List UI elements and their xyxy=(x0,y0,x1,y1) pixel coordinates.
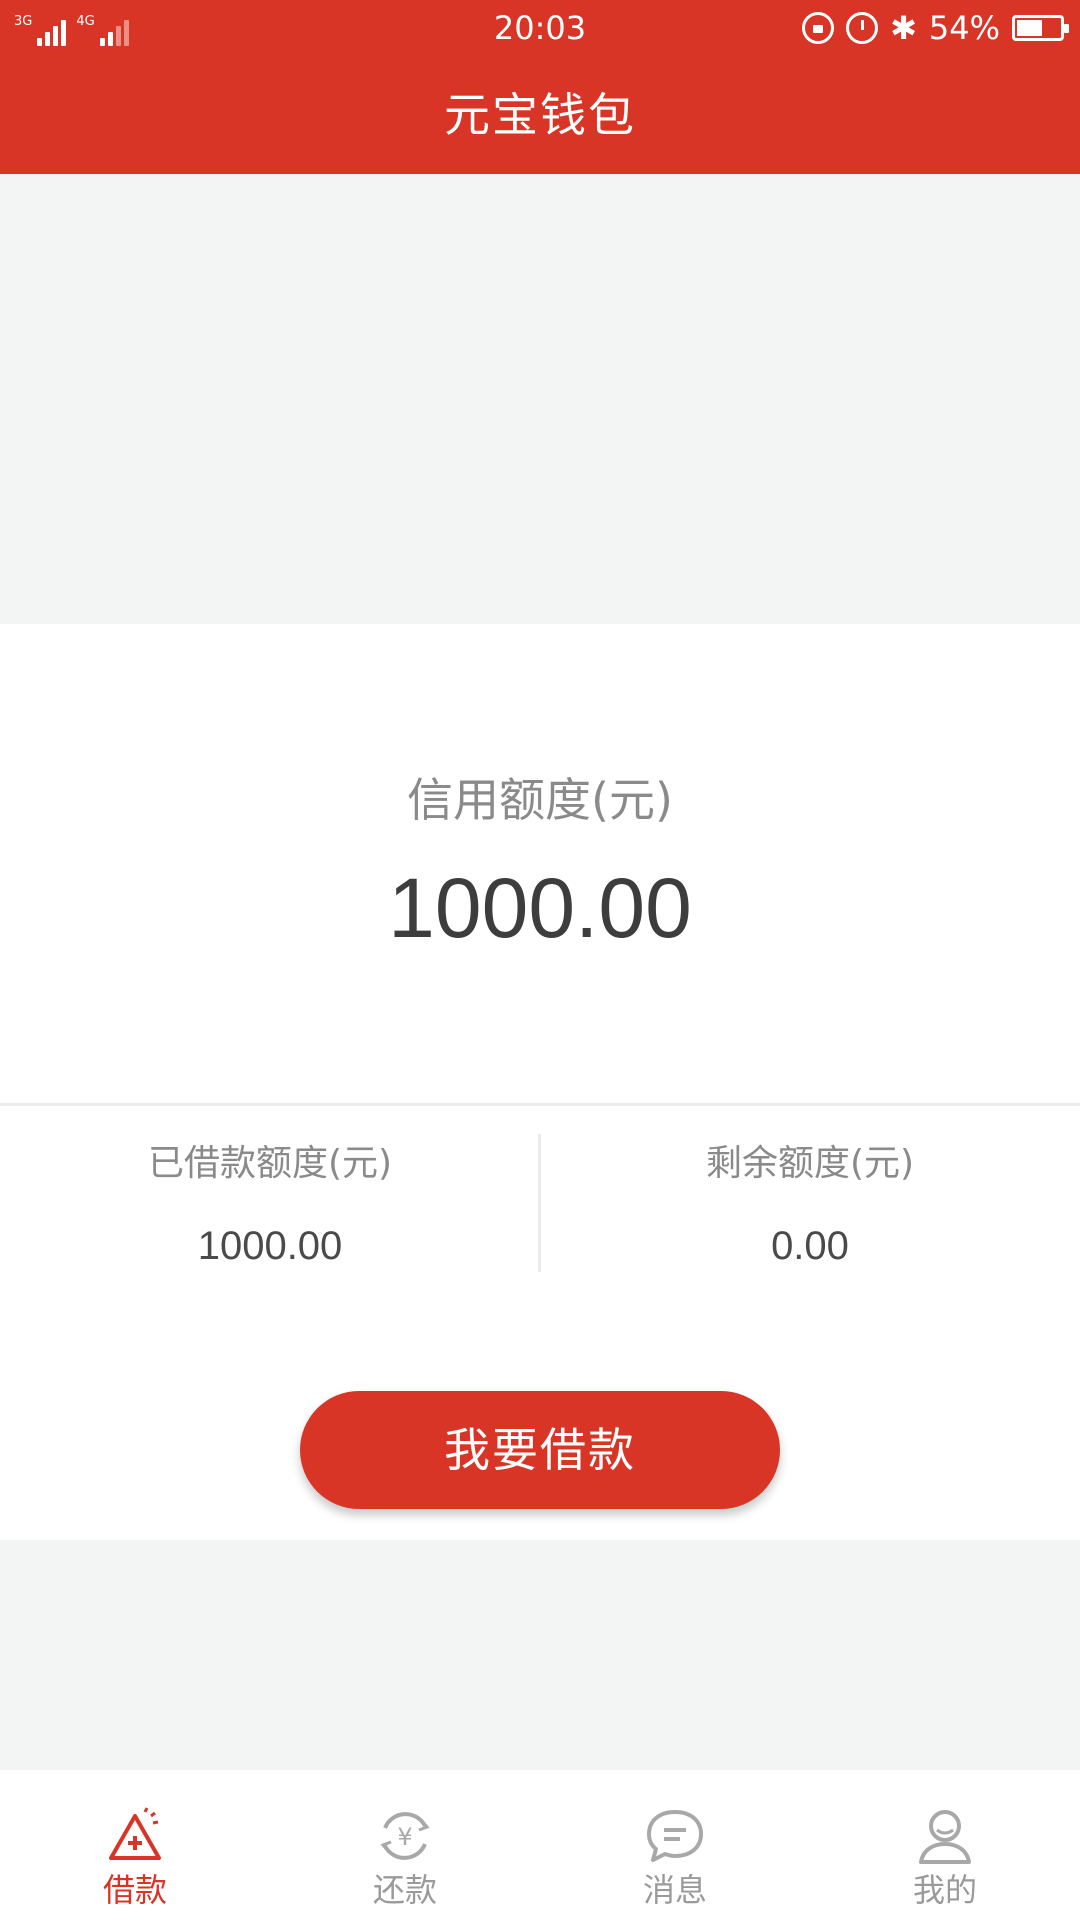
page-title: 元宝钱包 xyxy=(444,88,636,142)
tab-borrow[interactable]: 借款 xyxy=(0,1770,270,1920)
section-divider xyxy=(0,1103,1080,1106)
message-icon xyxy=(647,1810,703,1862)
app-screen: 3G 4G 20:03 ✱ 54% 元宝钱包 信用额度(元) 1000.00 已… xyxy=(0,0,1080,1920)
status-icons: ✱ 54% xyxy=(802,8,1069,48)
remaining-stat: 剩余额度(元) 0.00 xyxy=(540,1136,1080,1274)
tab-label: 消息 xyxy=(642,1871,707,1909)
borrowed-label: 已借款额度(元) xyxy=(147,1143,393,1184)
credit-card-panel: 信用额度(元) 1000.00 已借款额度(元) 1000.00 剩余额度(元)… xyxy=(0,624,1080,1540)
banner-area xyxy=(0,174,1080,624)
app-header: 元宝钱包 xyxy=(0,56,1080,174)
battery-icon xyxy=(1012,15,1069,41)
remaining-label: 剩余额度(元) xyxy=(705,1143,915,1184)
credit-limit-value: 1000.00 xyxy=(388,861,692,955)
svg-text:¥: ¥ xyxy=(397,1823,412,1851)
borrowed-stat: 已借款额度(元) 1000.00 xyxy=(0,1136,540,1274)
credit-limit-label: 信用额度(元) xyxy=(407,773,673,827)
tab-label: 还款 xyxy=(372,1871,437,1909)
borrow-icon xyxy=(109,1807,161,1860)
tab-messages[interactable]: 消息 xyxy=(540,1770,810,1920)
status-bar: 3G 4G 20:03 ✱ 54% xyxy=(0,0,1080,56)
tab-label: 我的 xyxy=(912,1871,977,1909)
bluetooth-icon: ✱ xyxy=(890,9,917,47)
battery-percent: 54% xyxy=(928,9,1000,47)
stats-divider xyxy=(538,1134,541,1272)
profile-icon xyxy=(919,1810,971,1864)
borrowed-value: 1000.00 xyxy=(197,1224,343,1268)
bottom-tab-bar: 借款 ¥ 还款 消息 我的 xyxy=(0,1770,1080,1920)
repay-icon: ¥ xyxy=(380,1812,430,1860)
tab-repay[interactable]: ¥ 还款 xyxy=(270,1770,540,1920)
borrow-button[interactable]: 我要借款 xyxy=(300,1391,780,1509)
lower-spacer xyxy=(0,1540,1080,1770)
remaining-value: 0.00 xyxy=(771,1224,849,1268)
tab-label: 借款 xyxy=(102,1871,167,1909)
alarm-icon xyxy=(846,12,879,44)
tab-profile[interactable]: 我的 xyxy=(810,1770,1080,1920)
lock-rotation-icon xyxy=(802,12,835,44)
